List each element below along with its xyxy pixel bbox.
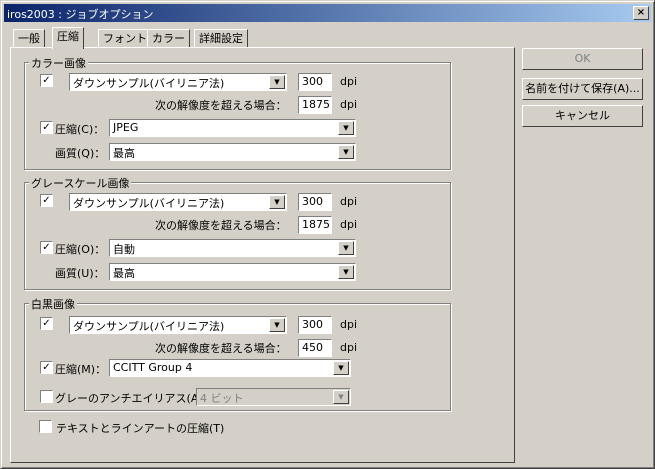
select-value: 自動 — [113, 243, 135, 256]
compression-select[interactable]: CCITT Group 4 ▼ — [109, 359, 351, 377]
compression-label: 圧縮(C)： — [55, 123, 105, 136]
chevron-down-icon: ▼ — [333, 361, 349, 375]
compression-label: 圧縮(M)： — [55, 363, 107, 376]
title-bar: iros2003 : ジョブオプション × — [4, 4, 651, 22]
dpi-unit: dpi — [340, 75, 358, 88]
dpi-unit: dpi — [340, 98, 358, 111]
chevron-down-icon: ▼ — [269, 318, 285, 332]
compression-select[interactable]: JPEG ▼ — [109, 119, 356, 137]
input-value: 1875 — [302, 218, 330, 231]
chevron-down-icon: ▼ — [333, 390, 349, 404]
chevron-down-icon: ▼ — [338, 265, 354, 279]
input-value: 300 — [302, 195, 323, 208]
quality-select[interactable]: 最高 ▼ — [109, 263, 356, 281]
input-value: 300 — [302, 75, 323, 88]
downsample-method-select[interactable]: ダウンサンプル(バイリニア法) ▼ — [69, 316, 287, 334]
quality-select[interactable]: 最高 ▼ — [109, 143, 356, 161]
tab-general[interactable]: 一般 — [13, 29, 45, 48]
select-value: 最高 — [113, 267, 135, 280]
quality-label: 画質(Q)： — [55, 147, 106, 160]
grayscale-images-group: グレースケール画像 ✓ ダウンサンプル(バイリニア法) ▼ 300 dpi 次の… — [24, 175, 451, 290]
dpi-input[interactable]: 300 — [298, 73, 332, 91]
select-value: 最高 — [113, 147, 135, 160]
compression-select[interactable]: 自動 ▼ — [109, 239, 356, 257]
dpi-unit: dpi — [340, 195, 358, 208]
select-value: JPEG — [113, 121, 139, 134]
threshold-label: 次の解像度を超える場合： — [155, 99, 287, 112]
antialias-bits-select[interactable]: 4 ビット ▼ — [196, 388, 351, 406]
chevron-down-icon: ▼ — [338, 121, 354, 135]
input-value: 300 — [302, 318, 323, 331]
select-value: ダウンサンプル(バイリニア法) — [73, 77, 225, 90]
threshold-label: 次の解像度を超える場合： — [155, 342, 287, 355]
compression-label: 圧縮(O)： — [55, 243, 106, 256]
group-title: 白黒画像 — [29, 296, 77, 312]
downsample-checkbox[interactable]: ✓ — [40, 317, 53, 330]
threshold-input[interactable]: 1875 — [298, 216, 332, 234]
window-title: iros2003 : ジョブオプション — [7, 8, 154, 21]
dpi-unit: dpi — [340, 341, 358, 354]
group-title: グレースケール画像 — [29, 175, 132, 191]
dpi-unit: dpi — [340, 318, 358, 331]
chevron-down-icon: ▼ — [269, 195, 285, 209]
color-images-group: カラー画像 ✓ ダウンサンプル(バイリニア法) ▼ 300 dpi 次の解像度を… — [24, 55, 451, 170]
group-title: カラー画像 — [29, 55, 88, 71]
chevron-down-icon: ▼ — [338, 145, 354, 159]
input-value: 1875 — [302, 98, 330, 111]
downsample-method-select[interactable]: ダウンサンプル(バイリニア法) ▼ — [69, 73, 287, 91]
compress-text-label: テキストとラインアートの圧縮(T) — [56, 422, 225, 435]
dpi-input[interactable]: 300 — [298, 316, 332, 334]
chevron-down-icon: ▼ — [269, 75, 285, 89]
select-value: 4 ビット — [200, 392, 244, 405]
tab-compression[interactable]: 圧縮 — [52, 27, 84, 49]
select-value: ダウンサンプル(バイリニア法) — [73, 197, 225, 210]
compression-checkbox[interactable]: ✓ — [40, 241, 53, 254]
downsample-method-select[interactable]: ダウンサンプル(バイリニア法) ▼ — [69, 193, 287, 211]
tab-advanced[interactable]: 詳細設定 — [194, 29, 248, 48]
antialias-label: グレーのアンチエイリアス(A) — [55, 392, 203, 405]
dpi-input[interactable]: 300 — [298, 193, 332, 211]
close-button[interactable]: × — [633, 6, 649, 20]
chevron-down-icon: ▼ — [338, 241, 354, 255]
downsample-checkbox[interactable]: ✓ — [40, 74, 53, 87]
compress-text-checkbox[interactable] — [39, 420, 52, 433]
threshold-input[interactable]: 1875 — [298, 96, 332, 114]
save-as-button[interactable]: 名前を付けて保存(A)... — [522, 78, 643, 100]
dialog-window: iros2003 : ジョブオプション × 一般 圧縮 フォント カラー 詳細設… — [0, 0, 655, 469]
dpi-unit: dpi — [340, 218, 358, 231]
compression-checkbox[interactable]: ✓ — [40, 361, 53, 374]
threshold-label: 次の解像度を超える場合： — [155, 219, 287, 232]
tab-color[interactable]: カラー — [147, 29, 190, 48]
select-value: CCITT Group 4 — [113, 361, 193, 374]
cancel-button[interactable]: キャンセル — [522, 105, 643, 127]
threshold-input[interactable]: 450 — [298, 339, 332, 357]
quality-label: 画質(U)： — [55, 267, 105, 280]
compression-panel: カラー画像 ✓ ダウンサンプル(バイリニア法) ▼ 300 dpi 次の解像度を… — [10, 47, 515, 463]
tab-fonts[interactable]: フォント — [98, 29, 152, 48]
antialias-checkbox[interactable] — [40, 390, 53, 403]
select-value: ダウンサンプル(バイリニア法) — [73, 320, 225, 333]
compression-checkbox[interactable]: ✓ — [40, 121, 53, 134]
monochrome-images-group: 白黒画像 ✓ ダウンサンプル(バイリニア法) ▼ 300 dpi 次の解像度を超… — [24, 296, 451, 411]
input-value: 450 — [302, 341, 323, 354]
ok-button[interactable]: OK — [522, 48, 643, 70]
downsample-checkbox[interactable]: ✓ — [40, 194, 53, 207]
